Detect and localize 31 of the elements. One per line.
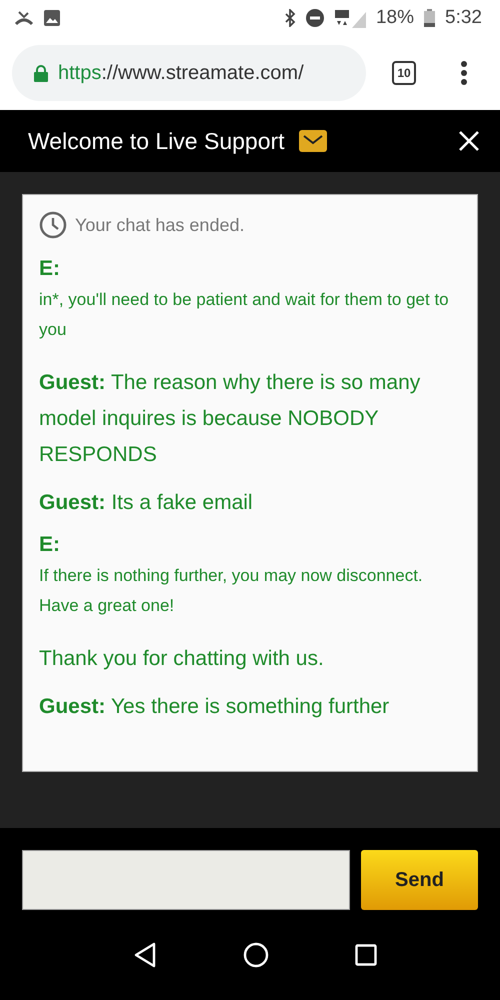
send-button[interactable]: Send [361,850,478,910]
chat-status-text: Your chat has ended. [75,214,244,236]
tab-count-button[interactable]: 10 [392,61,416,85]
clock-icon [39,211,67,239]
closing-message: Thank you for chatting with us. [39,646,325,672]
clock-time: 5:32 [445,7,482,29]
guest-message: Guest: The reason why there is so many model inquires is because NOBODY RESPONDS [39,370,422,468]
envelope-icon [298,130,327,152]
agent-name: E: [39,533,61,557]
agent-message: If there is nothing further, you may now disconnect. Have a great one! [39,565,424,617]
agent-name: E: [39,257,61,281]
message-input-field[interactable] [22,850,350,910]
battery-percentage: 18% [376,7,414,29]
back-icon[interactable] [133,942,157,968]
guest-message: Guest: Yes there is something further [39,694,390,720]
url-text: https://www.streamate.com/ [58,62,304,84]
lock-icon [34,64,48,82]
recent-apps-icon[interactable] [355,944,377,966]
home-icon[interactable] [243,942,269,968]
bluetooth-icon [284,9,296,27]
missed-call-icon [14,10,34,26]
guest-message: Guest: Its a fake email [39,490,254,516]
close-icon[interactable] [458,130,480,152]
more-menu-icon[interactable] [460,60,468,86]
agent-message: in*, you'll need to be patient and wait for them to get to you [39,289,450,341]
address-bar[interactable]: https://www.streamate.com/ [12,45,366,101]
battery-icon [424,9,436,27]
signal-icon [334,8,366,28]
do-not-disturb-icon [306,9,324,27]
image-icon [44,10,60,26]
chat-title: Welcome to Live Support [28,128,285,154]
